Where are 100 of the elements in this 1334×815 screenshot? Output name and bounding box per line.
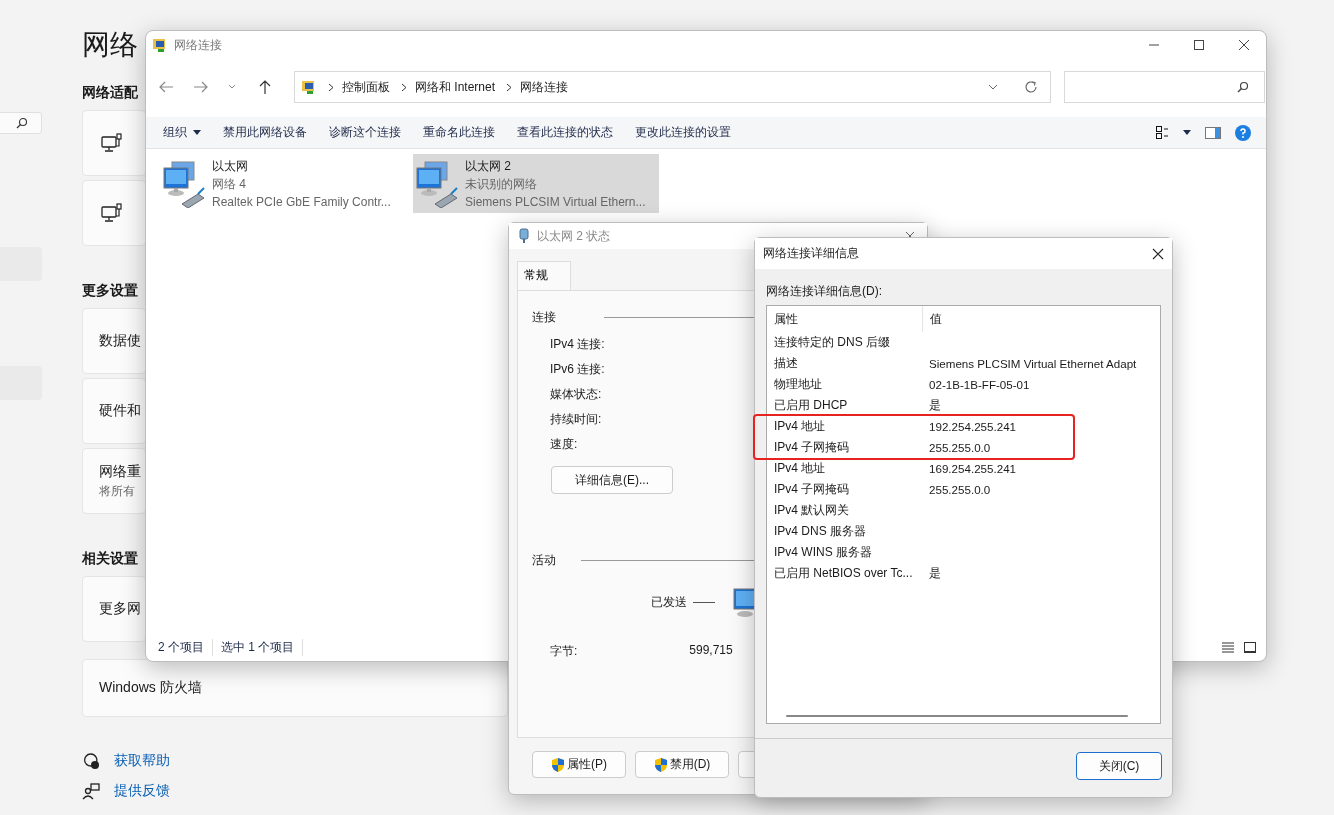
settings-card[interactable]: 更多网 xyxy=(82,576,146,642)
monitor-icon xyxy=(101,203,123,223)
help-icon[interactable] xyxy=(1235,124,1251,141)
list-label: 网络连接详细信息(D): xyxy=(766,283,883,299)
property-cell-text: 已启用 DHCP xyxy=(773,397,849,414)
value-cell-text: 255.255.0.0 xyxy=(928,441,991,454)
refresh-icon[interactable] xyxy=(1024,80,1038,94)
field-label: 速度: xyxy=(550,436,578,452)
scrollbar[interactable] xyxy=(786,715,1128,717)
card-title: 硬件和 xyxy=(99,402,141,420)
details-button[interactable]: 详细信息(E)... xyxy=(551,466,673,494)
card-subtitle: 将所有 xyxy=(99,482,136,500)
monitor-icon xyxy=(101,133,123,153)
value-cell-text: 是 xyxy=(928,566,941,581)
breadcrumb-item[interactable]: 控制面板 xyxy=(342,78,390,96)
forward-arrow-icon[interactable] xyxy=(193,80,209,94)
breadcrumb-item[interactable]: 网络连接 xyxy=(520,78,569,96)
feedback-icon xyxy=(82,782,100,800)
property-cell-text: IPv4 默认网关 xyxy=(773,502,851,519)
dropdown-arrow-icon[interactable] xyxy=(1183,130,1191,135)
settings-card[interactable]: 硬件和 xyxy=(82,378,146,444)
connection-name: 以太网 xyxy=(212,157,249,175)
chevron-right-icon xyxy=(506,82,513,92)
value-cell-text: 是 xyxy=(928,398,941,413)
bytes-label: 字节: xyxy=(550,643,578,659)
help-link[interactable]: 提供反馈 xyxy=(114,782,170,800)
view-options-icon[interactable] xyxy=(1156,126,1169,139)
chevron-down-icon[interactable] xyxy=(988,84,998,90)
property-cell-text: 描述 xyxy=(773,355,799,372)
connection-item[interactable]: 以太网 网络 4 Realtek PCIe GbE Family Contr... xyxy=(160,154,406,213)
close-icon[interactable] xyxy=(1238,39,1250,51)
shield-icon xyxy=(653,756,668,773)
group-heading: 活动 xyxy=(532,552,556,569)
search-icon xyxy=(1237,81,1249,93)
value-cell-text: 02-1B-1B-FF-05-01 xyxy=(928,378,1030,391)
property-cell-text: 已启用 NetBIOS over Tc... xyxy=(773,565,914,582)
up-arrow-icon[interactable] xyxy=(258,79,272,95)
network-name: 网络 4 xyxy=(212,175,247,193)
property-cell-text: IPv4 子网掩码 xyxy=(773,439,851,456)
details-view-icon[interactable] xyxy=(1222,641,1234,653)
toolbar-button[interactable]: 更改此连接的设置 xyxy=(624,120,742,145)
close-button[interactable]: 关闭(C) xyxy=(1076,752,1162,780)
breadcrumb-item[interactable]: 网络和 Internet xyxy=(415,78,496,96)
value-cell-text: Siemens PLCSIM Virtual Ethernet Adapt xyxy=(928,357,1137,370)
field-label: IPv4 连接: xyxy=(550,336,605,352)
settings-card[interactable] xyxy=(82,180,146,246)
status-text: 选中 1 个项目 xyxy=(221,638,304,656)
help-icon xyxy=(82,752,100,770)
address-bar[interactable]: 控制面板 网络和 Internet 网络连接 xyxy=(294,71,1051,103)
settings-card[interactable] xyxy=(82,110,146,176)
card-title: 网络重 xyxy=(99,462,141,481)
network-folder-icon xyxy=(301,79,317,95)
tab[interactable]: 常规 xyxy=(517,261,571,290)
value-cell-text: 169.254.255.241 xyxy=(928,462,1017,475)
dialog-button[interactable]: 禁用(D) xyxy=(635,751,729,778)
toolbar-button[interactable]: 诊断这个连接 xyxy=(318,120,412,145)
page-title: 网络 xyxy=(82,28,138,62)
section-heading: 更多设置 xyxy=(82,282,138,298)
section-heading: 网络适配 xyxy=(82,84,138,100)
dialog-button[interactable]: 属性(P) xyxy=(532,751,626,778)
card-title: Windows 防火墙 xyxy=(99,679,202,697)
network-plug-icon xyxy=(519,228,529,244)
property-cell-text: IPv4 DNS 服务器 xyxy=(773,523,867,540)
toolbar-button[interactable]: 禁用此网络设备 xyxy=(212,120,318,145)
dialog-title: 以太网 2 状态 xyxy=(537,227,611,245)
section-heading: 相关设置 xyxy=(82,550,138,566)
maximize-icon[interactable] xyxy=(1193,39,1205,51)
card-title: 数据使 xyxy=(99,332,141,350)
chevron-down-icon[interactable] xyxy=(228,84,236,90)
large-icons-view-icon[interactable] xyxy=(1244,641,1256,653)
back-arrow-icon[interactable] xyxy=(158,80,174,94)
device-name: Siemens PLCSIM Virtual Ethern... xyxy=(465,193,646,211)
property-cell-text: 连接特定的 DNS 后缀 xyxy=(773,334,891,351)
property-cell-text: IPv4 子网掩码 xyxy=(773,481,851,498)
column-header[interactable]: 值 xyxy=(923,311,942,327)
settings-card[interactable]: Windows 防火墙 xyxy=(82,659,508,717)
column-header[interactable]: 属性 xyxy=(767,306,923,332)
network-adapter-icon xyxy=(415,159,459,208)
window-title: 网络连接 xyxy=(174,36,222,54)
preview-pane-icon[interactable] xyxy=(1205,126,1221,139)
dropdown-arrow-icon xyxy=(193,130,201,135)
status-text: 2 个项目 xyxy=(158,638,213,656)
settings-card[interactable]: 数据使 xyxy=(82,308,146,374)
field-label: 媒体状态: xyxy=(550,386,602,402)
close-icon[interactable] xyxy=(1152,247,1164,260)
connection-item[interactable]: 以太网 2 未识别的网络 Siemens PLCSIM Virtual Ethern... xyxy=(413,154,659,213)
chevron-right-icon xyxy=(328,82,334,92)
device-name: Realtek PCIe GbE Family Contr... xyxy=(212,193,391,211)
network-name: 未识别的网络 xyxy=(465,175,538,193)
help-link[interactable]: 获取帮助 xyxy=(114,752,170,770)
toolbar-button[interactable]: 组织 xyxy=(152,120,212,145)
search-icon xyxy=(16,117,28,129)
toolbar-button[interactable]: 重命名此连接 xyxy=(412,120,506,145)
toolbar-button[interactable]: 查看此连接的状态 xyxy=(506,120,624,145)
property-cell-text: IPv4 地址 xyxy=(773,418,827,435)
bytes-sent-value: 599,715 xyxy=(689,643,733,659)
field-label: IPv6 连接: xyxy=(550,361,605,377)
settings-card[interactable]: 网络重 将所有 xyxy=(82,448,146,514)
search-field[interactable] xyxy=(0,112,42,134)
search-field[interactable] xyxy=(1064,71,1265,103)
